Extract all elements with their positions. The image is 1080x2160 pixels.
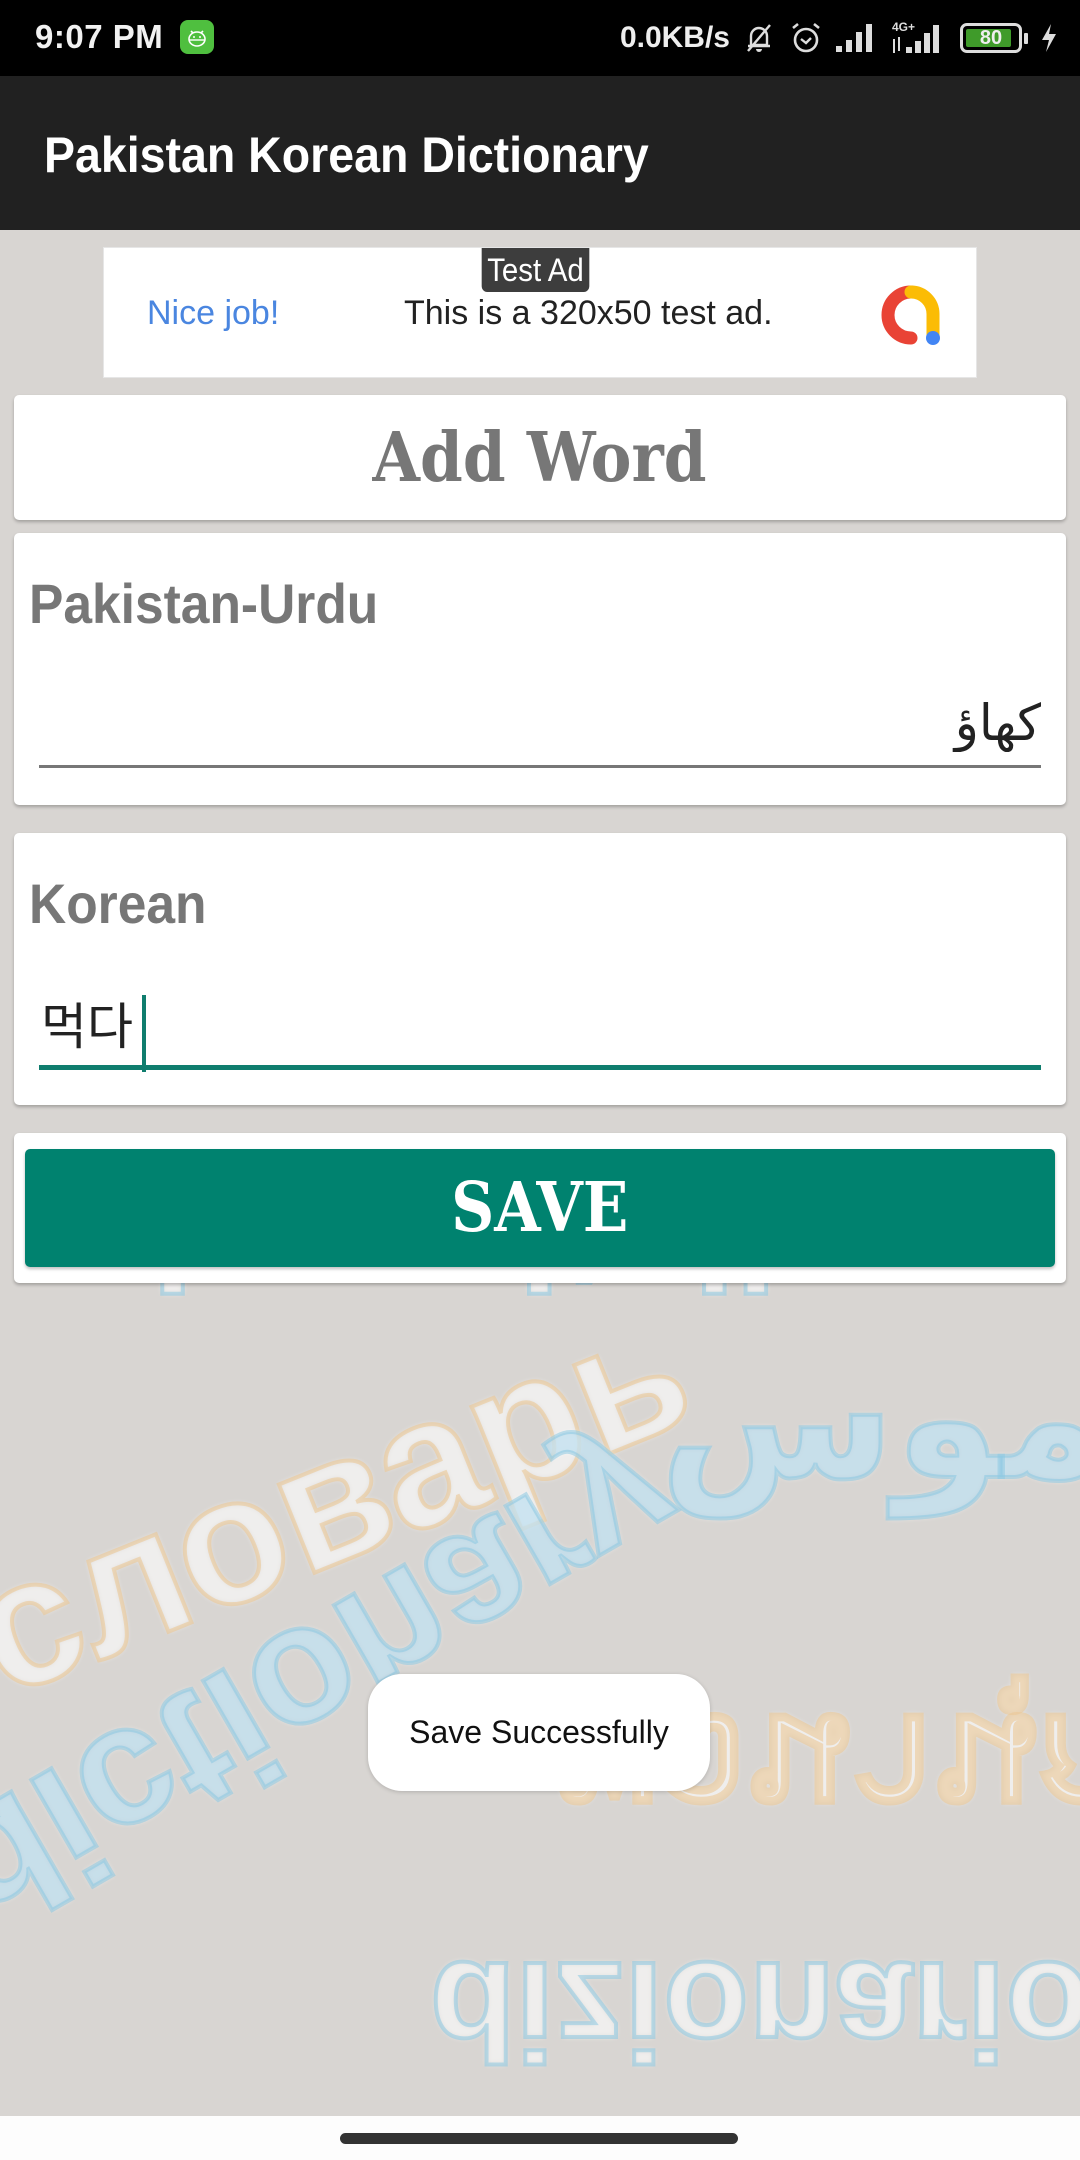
signal-icon [836, 22, 878, 54]
battery-icon: 80 [960, 23, 1028, 53]
toast-message: Save Successfully [368, 1674, 710, 1791]
app-title: Pakistan Korean Dictionary [44, 127, 649, 183]
admob-logo-icon[interactable] [876, 280, 946, 350]
battery-level: 80 [979, 26, 1003, 49]
urdu-field-label: Pakistan-Urdu [29, 572, 379, 635]
korean-field-label: Korean [29, 872, 207, 935]
watermark-word: dizionario [428, 1931, 1080, 2092]
ad-body[interactable]: This is a 320x50 test ad. [404, 294, 773, 333]
korean-field-card: Korean [14, 833, 1066, 1105]
korean-input-underline [39, 1065, 1041, 1070]
status-bar: 9:07 PM 0.0KB/s 4G+ 80 [0, 0, 1080, 76]
korean-input[interactable] [39, 978, 1041, 1068]
network-speed: 0.0KB/s [619, 21, 730, 54]
charging-icon [1040, 22, 1058, 54]
ad-badge: Test Ad [481, 248, 590, 292]
save-button[interactable]: SAVE [25, 1149, 1055, 1267]
save-card: SAVE [14, 1133, 1066, 1283]
ad-banner[interactable]: Test Ad Nice job! This is a 320x50 test … [103, 247, 977, 378]
urdu-input-underline [39, 765, 1041, 768]
home-gesture-handle[interactable] [340, 2133, 738, 2144]
watermark-word: словарь [0, 1265, 717, 1737]
ad-headline[interactable]: Nice job! [147, 294, 279, 333]
signal-4g-icon: 4G+ [890, 19, 948, 57]
page-title-card: Add Word [14, 395, 1066, 520]
text-cursor [142, 995, 146, 1072]
status-time: 9:07 PM [35, 18, 164, 55]
save-button-label: SAVE [451, 1168, 629, 1248]
status-icons: 0.0KB/s 4G+ 80 [620, 16, 1058, 60]
navigation-bar [0, 2116, 1080, 2160]
alarm-icon [788, 20, 824, 56]
svg-text:4G+: 4G+ [892, 20, 915, 34]
page-title: Add Word [373, 417, 707, 498]
bell-muted-icon [742, 21, 776, 55]
app-bar: Pakistan Korean Dictionary [0, 76, 1080, 230]
watermark-word: قاموس [658, 1322, 1080, 1516]
app-notification-icon [180, 20, 214, 54]
urdu-input[interactable] [39, 678, 1041, 768]
urdu-field-card: Pakistan-Urdu [14, 533, 1066, 805]
